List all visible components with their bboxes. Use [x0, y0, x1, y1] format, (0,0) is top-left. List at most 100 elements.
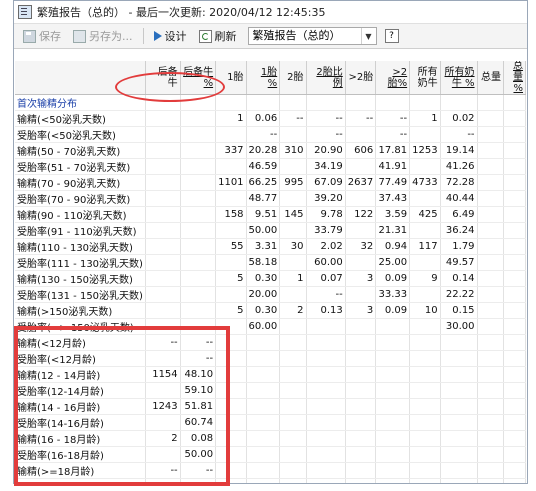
row-label: 受胎率(<50泌乳天数) [15, 126, 146, 143]
table-row[interactable]: 输精(>150泌乳天数) 5 0.30 2 0.13 3 0.09 10 0.15 [15, 302, 526, 319]
table-cell [477, 190, 505, 207]
table-cell [477, 174, 505, 191]
table-cell: 39.20 [306, 190, 346, 207]
table-cell: 21.31 [375, 222, 411, 239]
table-row[interactable]: 输精(50 - 70泌乳天数) 337 20.28 310 20.90 606 17.81 1… [15, 142, 526, 159]
table-cell [345, 126, 377, 143]
table-cell [279, 334, 307, 351]
table-row[interactable]: 受胎率(111 - 130泌乳天数) 58.18 60.00 25.00 49.57 [15, 254, 526, 271]
table-cell: 995 [279, 174, 307, 191]
table-cell: 33.79 [306, 222, 346, 239]
table-cell [503, 414, 526, 431]
table-cell [180, 302, 217, 319]
column-header[interactable]: 1胎 % [246, 61, 281, 95]
table-cell [279, 254, 307, 271]
column-header[interactable]: 总量 [477, 61, 505, 95]
table-cell [503, 398, 526, 415]
table-cell [279, 190, 307, 207]
table-row[interactable]: 受胎率(91 - 110泌乳天数) 50.00 33.79 21.31 36.24 [15, 222, 526, 239]
table-cell: 9 [409, 270, 441, 287]
table-row[interactable]: 受胎率(<50泌乳天数) -- -- -- -- [15, 126, 526, 143]
table-cell: 3.31 [246, 238, 281, 255]
table-cell [145, 286, 181, 303]
table-cell [440, 430, 478, 447]
refresh-button[interactable]: 刷新 [194, 26, 242, 46]
save-as-label: 另存为... [89, 30, 133, 43]
table-cell [279, 158, 307, 175]
table-cell: 117 [409, 238, 441, 255]
table-row[interactable]: 受胎率(131 - 150泌乳天数) 20.00 -- 33.33 22.22 [15, 286, 526, 303]
table-cell: 17.81 [375, 142, 411, 159]
table-cell: 0.30 [246, 302, 281, 319]
table-cell [145, 190, 181, 207]
table-cell [345, 350, 377, 367]
table-cell: 1253 [409, 142, 441, 159]
table-cell [246, 414, 281, 431]
table-row[interactable]: 输精(90 - 110泌乳天数) 158 9.51 145 9.78 122 3.59 425… [15, 206, 526, 223]
row-label: 输精(110 - 130泌乳天数) [15, 238, 146, 255]
table-cell [180, 270, 217, 287]
table-cell [306, 398, 346, 415]
save-icon [23, 29, 36, 43]
save-button[interactable]: 保存 [18, 26, 66, 46]
table-cell [477, 110, 505, 127]
table-row[interactable]: 输精(70 - 90泌乳天数) 1101 66.25 995 67.09 2637 77.4… [15, 174, 526, 191]
table-cell: 1.79 [440, 238, 478, 255]
table-cell [477, 254, 505, 271]
table-cell [409, 254, 441, 271]
row-label: 受胎率(131 - 150泌乳天数) [15, 286, 146, 303]
design-button[interactable]: 设计 [149, 26, 192, 46]
table-cell [145, 254, 181, 271]
table-cell [503, 318, 526, 335]
column-header[interactable]: >2胎 [345, 61, 377, 95]
chevron-down-icon[interactable]: ▼ [360, 28, 376, 44]
table-cell [279, 414, 307, 431]
table-cell: 41.91 [375, 158, 411, 175]
column-header[interactable]: 所有奶牛 [409, 61, 441, 95]
column-header[interactable]: >2胎% [375, 61, 411, 95]
column-header[interactable]: 所有奶牛 % [440, 61, 478, 95]
row-label: 输精(70 - 90泌乳天数) [15, 174, 146, 191]
table-cell: 1 [215, 110, 247, 127]
table-cell [409, 158, 441, 175]
refresh-label: 刷新 [214, 30, 237, 43]
table-row[interactable]: 输精(110 - 130泌乳天数) 55 3.31 30 2.02 32 0.94 117 1.… [15, 238, 526, 255]
table-cell: 2.02 [306, 238, 346, 255]
save-as-button[interactable]: 另存为... [68, 26, 138, 46]
column-header[interactable]: 2胎比例 [306, 61, 346, 95]
table-cell: 1101 [215, 174, 247, 191]
table-cell [375, 382, 411, 399]
column-header[interactable]: 总量 % [503, 61, 526, 95]
table-cell [375, 462, 411, 479]
report-select[interactable]: 繁殖报告（总的） ▼ [247, 27, 377, 45]
table-cell [306, 478, 346, 483]
table-cell: 60.00 [306, 254, 346, 271]
table-cell: 20.00 [246, 286, 281, 303]
table-cell: 0.06 [246, 110, 281, 127]
table-cell [409, 286, 441, 303]
table-cell [279, 222, 307, 239]
table-cell [409, 478, 441, 483]
table-cell: 0.94 [375, 238, 411, 255]
table-cell [375, 478, 411, 483]
row-label: 受胎率(70 - 90泌乳天数) [15, 190, 146, 207]
table-row[interactable]: 受胎率(70 - 90泌乳天数) 48.77 39.20 37.43 40.44 [15, 190, 526, 207]
table-row[interactable]: 输精(130 - 150泌乳天数) 5 0.30 1 0.07 3 0.09 9 0.14 [15, 270, 526, 287]
table-cell: 41.26 [440, 158, 478, 175]
table-row[interactable]: 受胎率(51 - 70泌乳天数) 46.59 34.19 41.91 41.26 [15, 158, 526, 175]
column-header[interactable]: 2胎 [279, 61, 307, 95]
table-cell [180, 206, 217, 223]
table-cell [477, 478, 505, 483]
table-header-row: 后备牛 后备牛 % 1胎 1胎 % 2胎 2胎比例 >2胎 >2胎% 所有奶牛 所有奶牛 % 总量总… [15, 61, 526, 95]
table-cell [440, 366, 478, 383]
table-cell: 46.59 [246, 158, 281, 175]
table-cell [279, 318, 307, 335]
table-cell [145, 302, 181, 319]
table-cell: 0.14 [440, 270, 478, 287]
table-row[interactable]: 输精(<50泌乳天数) 1 0.06 -- -- -- -- 1 0.02 [15, 110, 526, 127]
table-cell [409, 318, 441, 335]
help-button[interactable]: ? [384, 29, 399, 43]
table-cell: 10 [409, 302, 441, 319]
table-cell [215, 190, 247, 207]
table-cell [180, 158, 217, 175]
